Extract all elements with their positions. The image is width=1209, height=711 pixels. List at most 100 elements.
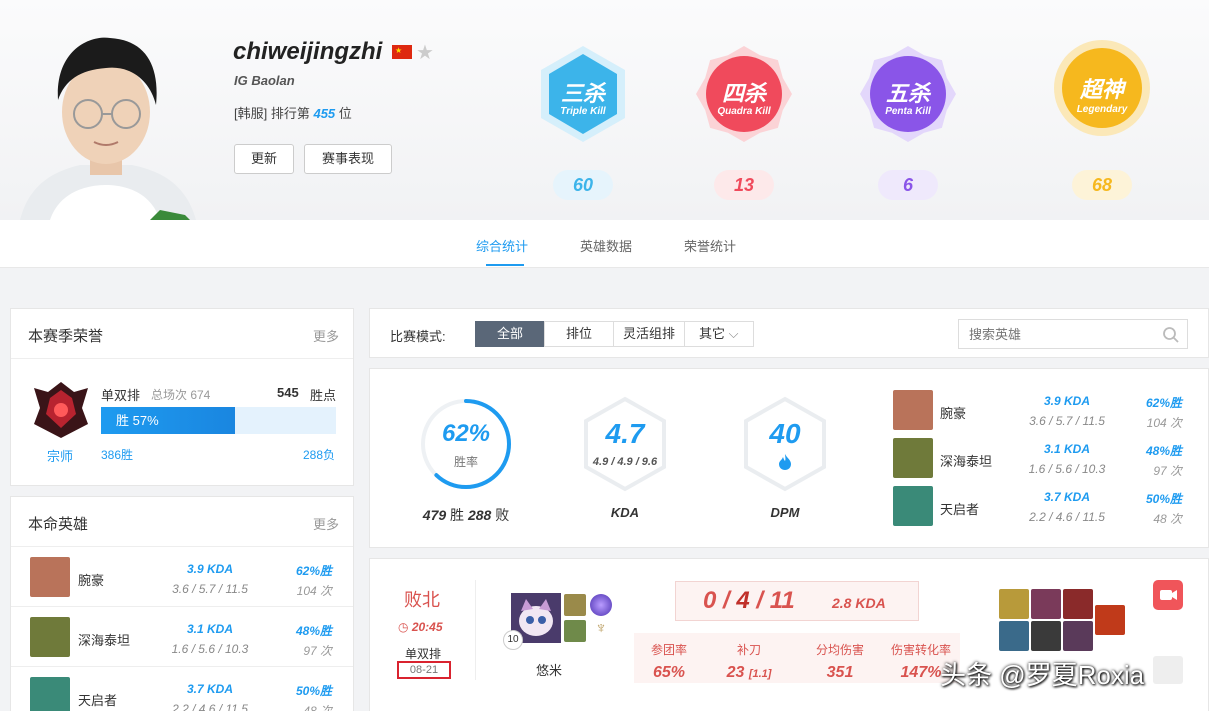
badge-subtitle: Penta Kill (885, 106, 931, 117)
match-date: 08-21 (397, 661, 451, 679)
divider (11, 358, 353, 359)
stat-cs: 补刀 23 [1.1] (726, 643, 772, 681)
mode-flex-button[interactable]: 灵活组排 (613, 321, 685, 347)
favorite-star-icon[interactable]: ★ (416, 40, 434, 65)
season-honor-title: 本赛季荣誉 (28, 328, 104, 345)
hero-portrait (893, 486, 933, 526)
badge-title: 超神 (1079, 77, 1124, 102)
stat-damage-per-min: 分均伤害 351 (815, 643, 864, 681)
clock-icon: ◷ (398, 620, 409, 634)
hero-portrait (893, 438, 933, 478)
hero-games: 48 次 (303, 704, 332, 711)
queue-name: 单双排 (101, 388, 141, 403)
hero-search-input[interactable] (958, 319, 1188, 349)
fire-icon (779, 454, 791, 470)
rune-icon (590, 594, 612, 616)
champion-level: 10 (503, 630, 523, 650)
total-games: 总场次 674 (151, 388, 211, 402)
mode-other-dropdown[interactable]: 其它 ⌵ (684, 321, 754, 347)
winrate-value: 62% (441, 420, 491, 447)
update-button[interactable]: 更新 (234, 144, 294, 174)
match-performance-button[interactable]: 赛事表现 (304, 144, 392, 174)
hero-games: 97 次 (1153, 464, 1182, 478)
champion-name: 悠米 (536, 663, 563, 678)
item-icon (999, 589, 1029, 619)
hero-kda-detail: 2.2 / 4.6 / 11.5 (172, 702, 248, 711)
hero-name: 深海泰坦 (940, 454, 993, 469)
badge-subtitle: Triple Kill (560, 106, 606, 117)
main-heroes-title: 本命英雄 (28, 516, 89, 533)
mode-all-button[interactable]: 全部 (475, 321, 545, 347)
hero-portrait (30, 557, 70, 597)
hero-kda: 3.9 KDA (186, 562, 233, 576)
hero-portrait (893, 390, 933, 430)
secondary-rune-icon: ♆ (595, 620, 607, 637)
win-rate-fill: 胜 57% (101, 407, 235, 434)
match-kda-ratio: 2.8 KDA (832, 595, 886, 611)
hero-kda: 3.1 KDA (1043, 442, 1090, 456)
player-team: IG Baolan (234, 73, 295, 88)
match-kda: 0 / 4 / 11 (703, 587, 795, 614)
hero-kda: 3.9 KDA (1043, 394, 1090, 408)
season-honor-more-link[interactable]: 更多 (313, 326, 339, 345)
badge-count: 60 (553, 170, 613, 200)
tier-name: 宗师 (47, 449, 74, 464)
hero-games: 97 次 (303, 644, 332, 658)
divider (11, 546, 353, 547)
hero-kda-detail: 1.6 / 5.6 / 10.3 (171, 642, 249, 656)
tab-hero-data[interactable]: 英雄数据 (580, 236, 632, 255)
hero-games: 104 次 (296, 584, 332, 598)
hero-winrate: 50%胜 (1145, 492, 1182, 506)
hero-kda: 3.1 KDA (186, 622, 233, 636)
badge-count: 68 (1072, 170, 1132, 200)
item-icon (999, 621, 1029, 651)
match-time: ◷ 20:45 (398, 620, 443, 634)
hero-name: 深海泰坦 (78, 633, 131, 648)
hero-name: 腕豪 (940, 406, 967, 421)
video-replay-icon[interactable] (1153, 580, 1183, 610)
watermark: 头条 @罗夏Roxia (940, 660, 1145, 690)
summoner-spell-icon (564, 620, 586, 642)
league-points-label: 胜点 (310, 388, 337, 403)
badge-subtitle: Quadra Kill (717, 106, 771, 117)
tab-overview[interactable]: 综合统计 (476, 236, 528, 255)
badge-title: 三杀 (560, 81, 605, 106)
hero-winrate: 62%胜 (1145, 396, 1182, 410)
badge-title: 五杀 (885, 81, 930, 106)
kda-detail: 4.9 / 4.9 / 9.6 (592, 456, 658, 468)
hero-winrate: 50%胜 (295, 684, 332, 698)
hero-kda-detail: 3.6 / 5.7 / 11.5 (1029, 414, 1105, 428)
match-queue: 单双排 (405, 647, 442, 661)
hero-games: 104 次 (1146, 416, 1182, 430)
main-heroes-more-link[interactable]: 更多 (313, 514, 339, 533)
league-points: 545 (277, 385, 299, 400)
active-tab-underline (486, 264, 524, 266)
grandmaster-tier-icon (34, 382, 88, 438)
hero-kda-detail: 1.6 / 5.6 / 10.3 (1028, 462, 1106, 476)
badge-count: 6 (878, 170, 938, 200)
player-rank: [韩服] 排行第 455 位 (234, 106, 352, 121)
hero-winrate: 48%胜 (295, 624, 332, 638)
player-avatar (20, 37, 196, 220)
kda-label: KDA (610, 505, 640, 520)
hero-winrate: 62%胜 (295, 564, 332, 578)
hero-name: 天启者 (940, 502, 980, 517)
stat-kill-participation: 参团率 65% (650, 643, 687, 681)
hero-kda: 3.7 KDA (1043, 490, 1090, 504)
expand-details-icon[interactable] (1153, 656, 1183, 684)
hero-winrate: 48%胜 (1145, 444, 1182, 458)
match-result: 败北 (404, 590, 440, 610)
badge-title: 四杀 (721, 81, 766, 106)
winrate-label: 胜率 (453, 455, 478, 469)
kda-value: 4.7 (605, 418, 645, 449)
badge-subtitle: Legendary (1076, 104, 1128, 115)
search-icon[interactable] (1162, 326, 1180, 344)
win-loss-record: 479 胜 288 败 (422, 507, 510, 523)
hero-portrait (30, 617, 70, 657)
mode-ranked-button[interactable]: 排位 (544, 321, 614, 347)
player-name: chiweijingzhi (233, 38, 383, 65)
tab-honor-stats[interactable]: 荣誉统计 (684, 236, 736, 255)
match-mode-label: 比赛模式: (390, 329, 446, 344)
hero-kda: 3.7 KDA (186, 682, 233, 696)
chevron-down-icon: ⌵ (728, 326, 739, 341)
